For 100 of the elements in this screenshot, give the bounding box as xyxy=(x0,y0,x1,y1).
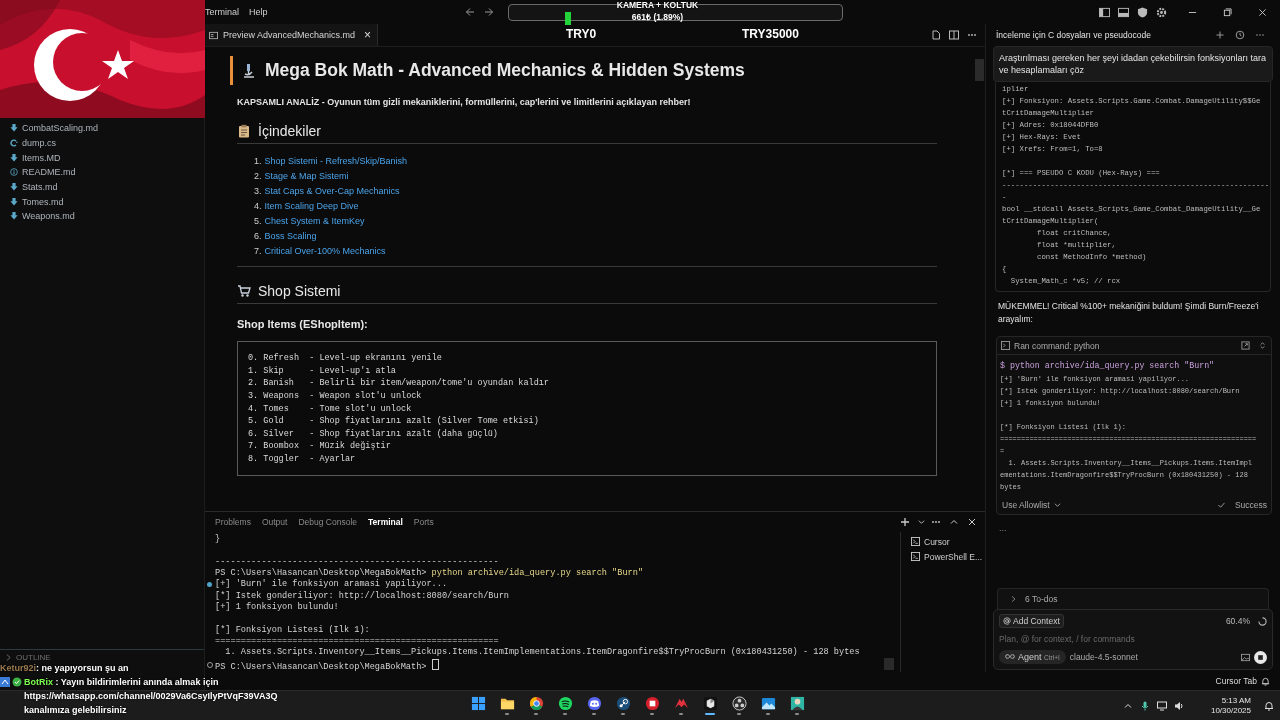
document-title: Mega Bok Math - Advanced Mechanics & Hidden Systems xyxy=(265,60,745,81)
close-icon[interactable] xyxy=(1258,7,1267,17)
open-external-icon[interactable] xyxy=(1241,341,1250,350)
recorder-icon[interactable] xyxy=(731,696,747,711)
toc-link[interactable]: Critical Over-100% Mechanics xyxy=(264,245,386,256)
forward-arrow-icon[interactable] xyxy=(483,7,494,17)
file-item[interactable]: README.md xyxy=(0,165,204,180)
terminal-icon xyxy=(911,537,920,546)
dragon-app-icon[interactable] xyxy=(673,696,689,711)
document-icon[interactable] xyxy=(931,30,941,40)
status-label: Success xyxy=(1234,500,1267,510)
image-icon[interactable] xyxy=(1241,652,1250,662)
windows-start-icon[interactable] xyxy=(470,696,486,711)
speaker-icon[interactable] xyxy=(1173,700,1184,711)
thinking-indicator: ... xyxy=(999,523,1008,533)
history-icon[interactable] xyxy=(1235,30,1245,40)
bell-icon[interactable] xyxy=(1261,676,1270,686)
outline-label: OUTLINE xyxy=(16,652,51,662)
add-icon[interactable] xyxy=(1215,30,1225,40)
add-icon[interactable] xyxy=(900,517,910,527)
expand-icon[interactable] xyxy=(1258,341,1267,350)
chevron-down-icon[interactable] xyxy=(918,519,925,525)
panel-tab[interactable]: Debug Console xyxy=(298,513,358,531)
toc-link[interactable]: Stat Caps & Over-Cap Mechanics xyxy=(264,186,400,197)
todos-toggle[interactable]: 6 To-dos xyxy=(997,588,1269,609)
verified-badge-icon xyxy=(12,677,22,687)
folder-icon[interactable] xyxy=(499,696,515,711)
terminal-output-line: [*] Istek gonderiliyor: http://localhost:8080/search/Burn xyxy=(215,590,509,601)
tab-label: Preview AdvancedMechanics.md xyxy=(223,30,356,40)
terminal-output-line: } xyxy=(215,534,221,544)
chat-app-icon[interactable] xyxy=(586,696,602,711)
terminal-session[interactable]: PowerShell E... xyxy=(907,549,985,564)
status-item[interactable]: Cursor Tab xyxy=(1215,676,1257,686)
goal-title: KAMERA + KOLTUK xyxy=(616,0,699,11)
chevron-up-icon[interactable] xyxy=(949,517,959,527)
panel-tab[interactable]: Terminal xyxy=(368,513,403,531)
close-icon[interactable] xyxy=(967,517,977,527)
terminal-icon xyxy=(1001,341,1010,350)
toc-link[interactable]: Stage & Map Sistemi xyxy=(264,171,349,182)
file-item[interactable]: Tomes.md xyxy=(0,194,204,210)
scrollbar-thumb[interactable] xyxy=(884,658,894,670)
panel-tab[interactable]: Output xyxy=(261,513,288,531)
chat-title: İnceleme için C dosyaları ve pseudocode xyxy=(995,30,1152,40)
notification-bell-icon[interactable] xyxy=(1264,700,1274,711)
chevron-right-icon xyxy=(6,653,11,661)
bot-badge-icon xyxy=(0,677,10,687)
panel-tab[interactable]: Ports xyxy=(413,513,434,531)
file-item[interactable]: Weapons.md xyxy=(0,209,204,224)
outline-section-header[interactable]: OUTLINE xyxy=(0,649,204,664)
toc-link[interactable]: Boss Scaling xyxy=(264,230,317,241)
scrollbar-thumb[interactable] xyxy=(975,59,984,81)
close-tab-button[interactable]: × xyxy=(364,28,372,42)
download-arrow-icon xyxy=(10,153,18,162)
maximize-icon[interactable] xyxy=(1223,7,1232,17)
menu-item[interactable]: Terminal xyxy=(205,7,245,17)
clock[interactable]: 5:13 AM 10/30/2025 xyxy=(1210,695,1251,716)
square-logo-app-icon[interactable] xyxy=(644,696,660,711)
browser-icon[interactable] xyxy=(528,696,544,711)
section-heading: İçindekiler xyxy=(258,123,322,139)
toc-link[interactable]: Shop Sistemi - Refresh/Skip/Banish xyxy=(264,156,408,167)
code-line: 8. Toggler - Ayarlar xyxy=(248,453,357,466)
clipboard-icon xyxy=(237,124,251,138)
toc-link[interactable]: Item Scaling Deep Dive xyxy=(264,201,359,212)
menu-item[interactable]: Help xyxy=(249,7,274,17)
microphone-icon[interactable] xyxy=(1139,700,1150,711)
spinner-icon xyxy=(1258,616,1267,626)
file-item[interactable]: dump.cs xyxy=(0,135,204,151)
panel-toggle-icon[interactable] xyxy=(1118,6,1129,18)
goal-progress-marker xyxy=(565,12,571,25)
editor-tab[interactable]: Preview AdvancedMechanics.md × xyxy=(205,24,379,46)
split-editor-icon[interactable] xyxy=(949,30,959,40)
allowlist-dropdown[interactable]: Use Allowlist xyxy=(1002,500,1050,510)
chevron-right-icon xyxy=(1010,596,1017,602)
person-silhouette-icon[interactable] xyxy=(789,696,805,711)
panel-tab[interactable]: Problems xyxy=(215,513,251,531)
code-editor-icon[interactable] xyxy=(702,696,718,711)
back-arrow-icon[interactable] xyxy=(464,7,475,17)
chevron-down-icon[interactable] xyxy=(1053,502,1061,508)
chat-input-field[interactable]: Plan, @ for context, / for commands xyxy=(999,628,1267,650)
monitor-icon[interactable] xyxy=(1156,700,1167,711)
sidebar-toggle-icon[interactable] xyxy=(1099,6,1110,18)
toc-link[interactable]: Chest System & ItemKey xyxy=(264,216,365,226)
command-center[interactable] xyxy=(507,3,843,21)
shield-icon[interactable] xyxy=(1137,6,1148,18)
file-item[interactable]: Items.MD xyxy=(0,150,204,166)
file-item[interactable]: Stats.md xyxy=(0,179,204,195)
game-launcher-icon[interactable] xyxy=(615,696,631,711)
chat-message: BotRix : Yayın bildirimlerini anında almak için https://whatsapp.com/channel/0029Va6CsyIlyPtVqF39VA3Q kanalımıza gelebilirsiniz xyxy=(24,676,279,717)
command-line: $ python archive/ida_query.py search "Burn" xyxy=(1000,360,1216,372)
code-line: 1. Skip - Level-up'ı atla xyxy=(248,364,397,378)
stop-button[interactable] xyxy=(1254,650,1267,664)
goal-min-label: TRY0 xyxy=(566,27,597,41)
add-context-button[interactable]: Add Context xyxy=(999,614,1064,628)
photo-app-icon[interactable] xyxy=(760,696,776,711)
terminal-session[interactable]: Cursor xyxy=(907,534,985,549)
file-item[interactable]: CombatScaling.md xyxy=(0,121,204,136)
code-line: 3. Weapons - Weapon slot'u unlock xyxy=(248,390,423,403)
music-app-icon[interactable] xyxy=(557,696,573,711)
settings-icon[interactable] xyxy=(1156,6,1167,18)
model-selector[interactable]: claude-4.5-sonnet xyxy=(1069,652,1138,662)
